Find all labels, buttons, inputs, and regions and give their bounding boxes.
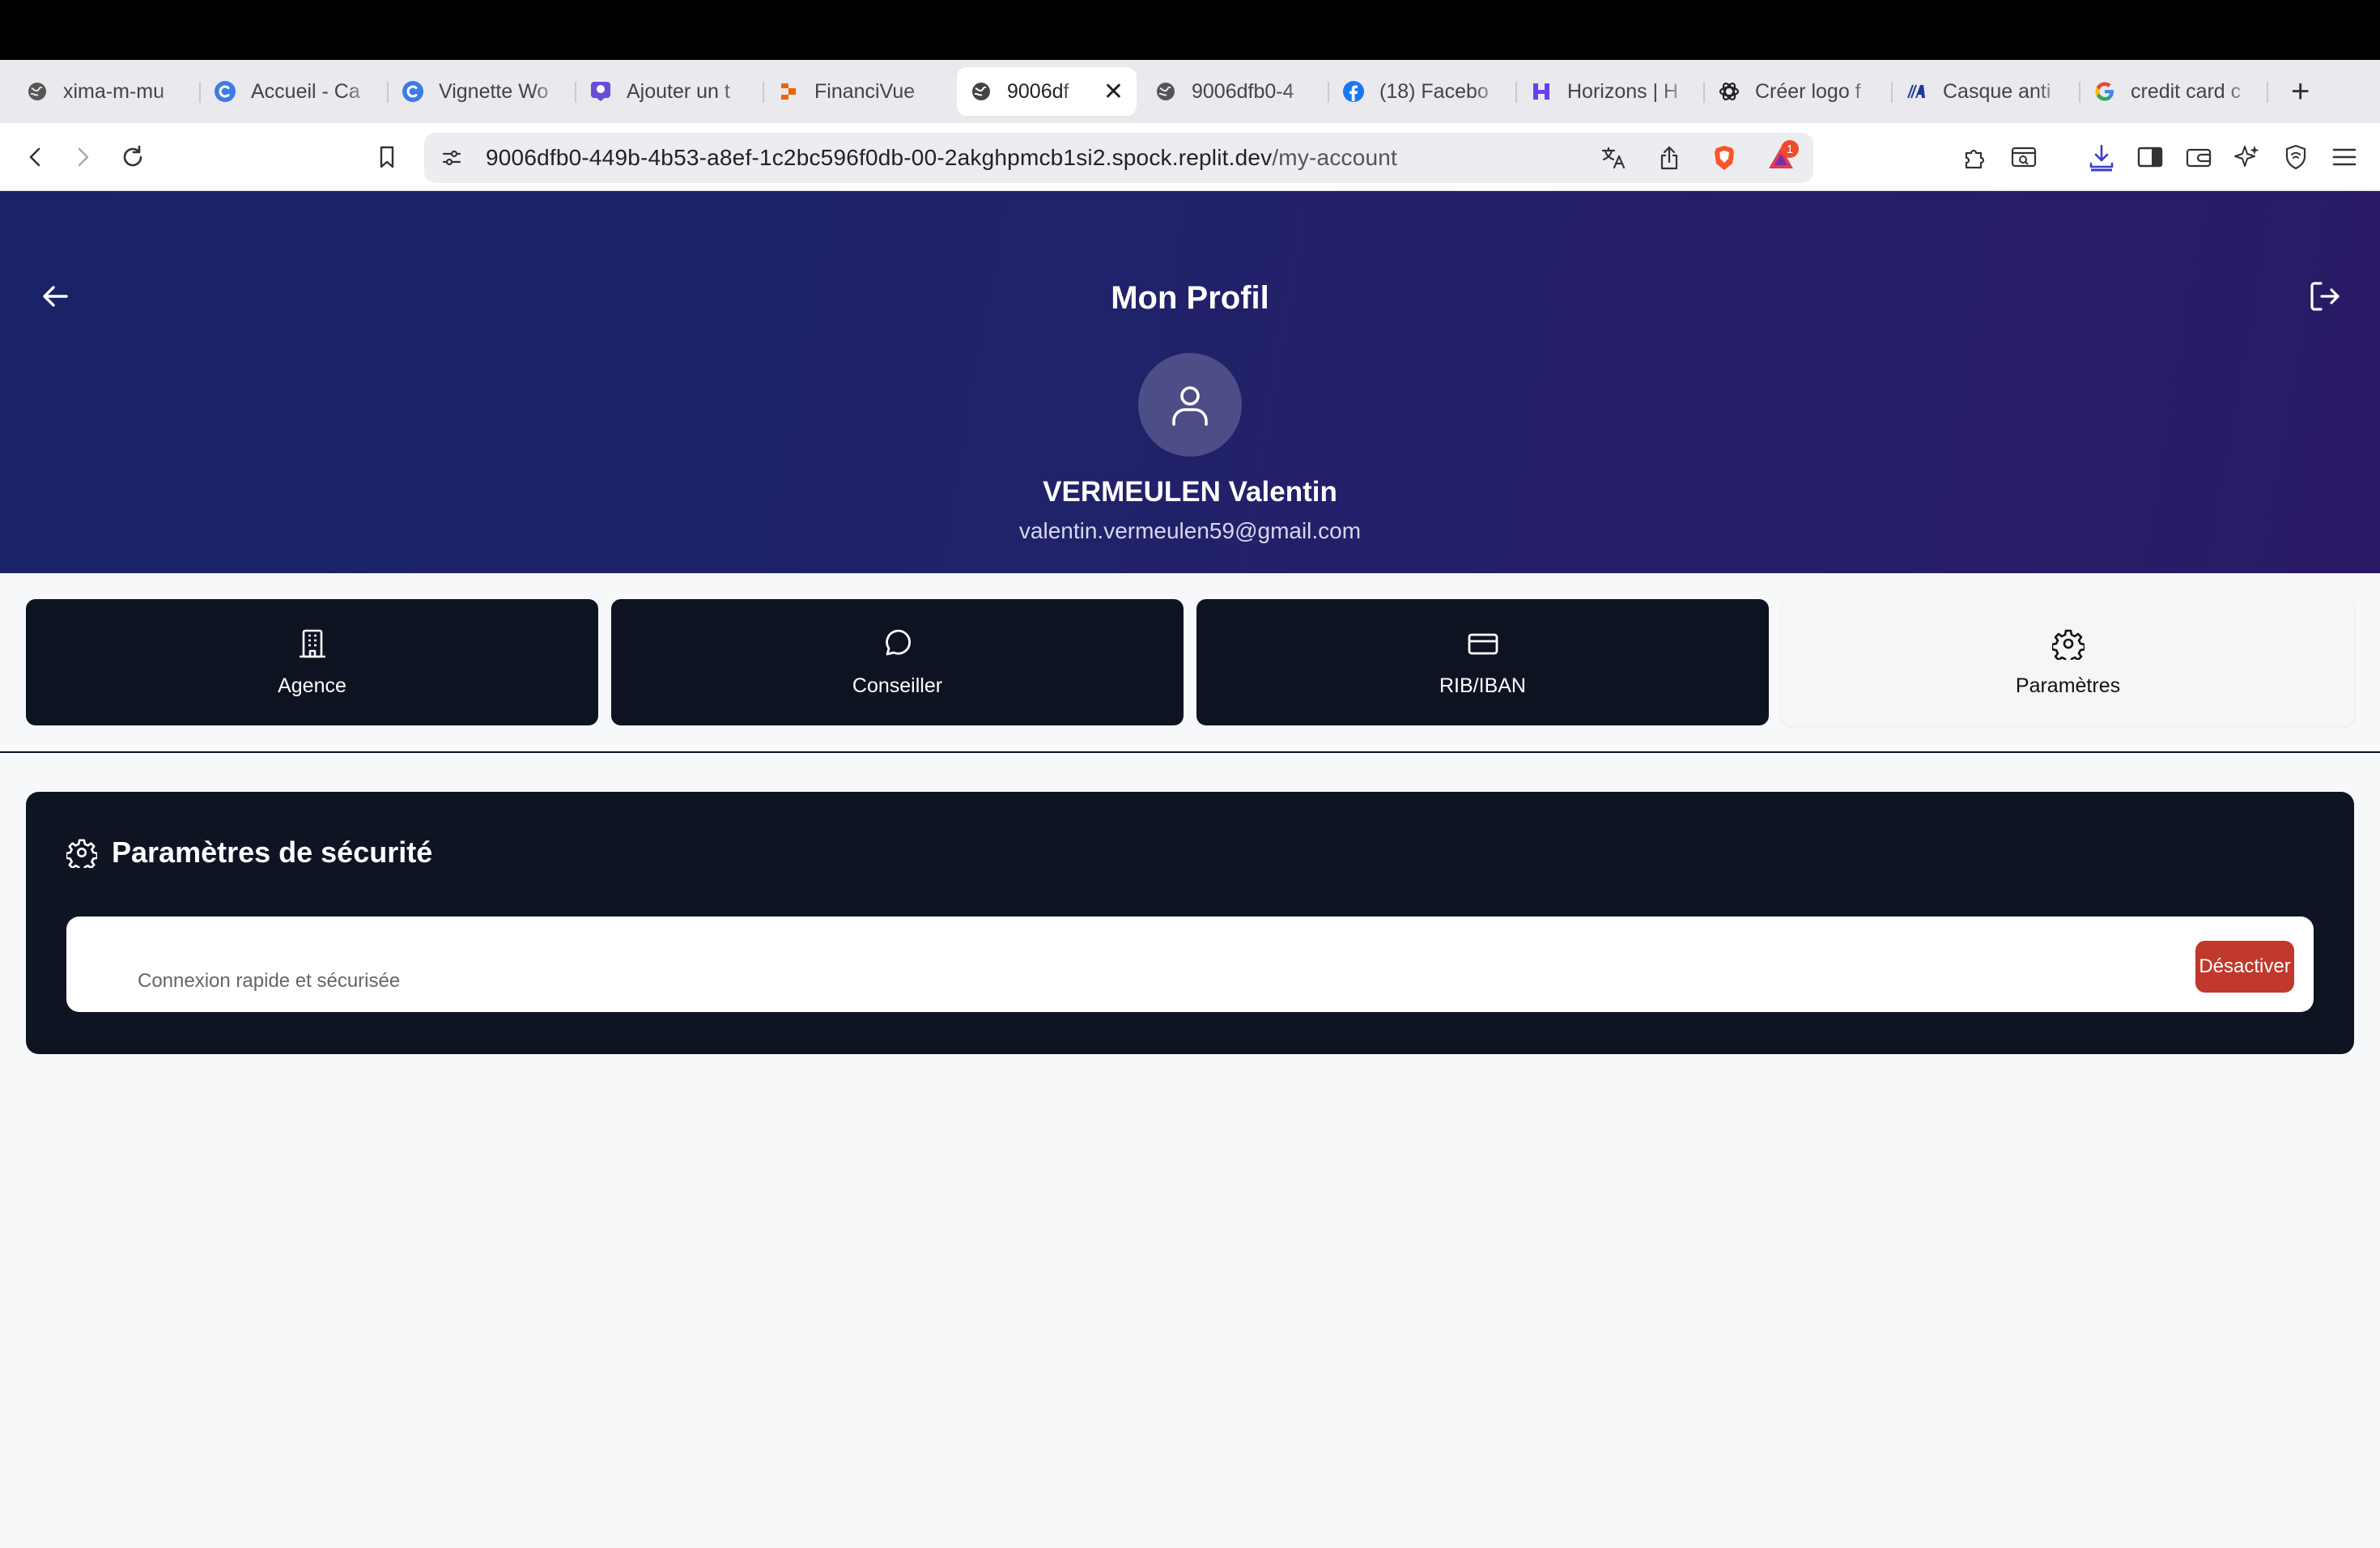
- brand-a-icon: [1906, 80, 1928, 103]
- close-tab-icon[interactable]: ✕: [1103, 78, 1124, 106]
- tab-rib-iban[interactable]: RIB/IBAN: [1196, 599, 1769, 725]
- browser-tab-label: xima-m-mu: [63, 79, 164, 103]
- browser-tab[interactable]: credit card c: [2080, 67, 2268, 116]
- browser-toolbar: 9006dfb0-449b-4b53-a8ef-1c2bc596f0db-00-…: [0, 123, 2380, 191]
- globe-icon: [26, 80, 49, 103]
- page-title: Mon Profil: [1111, 280, 1269, 316]
- browser-tab[interactable]: Casque anti: [1893, 67, 2080, 116]
- browser-tab[interactable]: FinanciVue: [764, 67, 952, 116]
- browser-tab[interactable]: 9006dfb0-4: [1141, 67, 1329, 116]
- browser-tab-label: Ajouter un t: [627, 79, 730, 103]
- browser-tab-label: FinanciVue: [814, 79, 916, 103]
- browser-tab-active[interactable]: 9006df ✕: [957, 67, 1137, 116]
- canva-icon: [214, 80, 236, 103]
- chat-icon: [885, 629, 911, 655]
- tab-label: RIB/IBAN: [1439, 674, 1526, 697]
- user-name: VERMEULEN Valentin: [1043, 476, 1337, 508]
- panel-header: Paramètres de sécurité: [66, 836, 432, 870]
- profile-header: Mon Profil VERMEULEN Valentin valentin.v…: [0, 191, 2380, 573]
- tab-agence[interactable]: Agence: [26, 599, 598, 725]
- browser-tab-label: Vignette Wo: [439, 79, 549, 103]
- site-settings-icon[interactable]: [432, 138, 471, 177]
- logout-icon: [2310, 282, 2340, 311]
- logout-button[interactable]: [2304, 275, 2346, 317]
- os-menu-bar: [0, 0, 2380, 60]
- replit-icon: [777, 80, 800, 103]
- browser-tab[interactable]: Ajouter un t: [576, 67, 764, 116]
- avatar: [1138, 353, 1242, 457]
- browser-forward-icon[interactable]: [63, 138, 102, 176]
- panel-title: Paramètres de sécurité: [112, 836, 433, 869]
- browser-tab-label: credit card c: [2131, 79, 2242, 103]
- browser-tab-label: Accueil - Ca: [251, 79, 360, 103]
- browser-tab[interactable]: Vignette Wo: [389, 67, 576, 116]
- address-bar[interactable]: 9006dfb0-449b-4b53-a8ef-1c2bc596f0db-00-…: [424, 133, 1813, 183]
- tab-parametres[interactable]: Paramètres: [1782, 599, 2354, 725]
- badge-icon: [589, 80, 612, 103]
- vpn-shield-icon[interactable]: [2276, 138, 2315, 176]
- page-search-icon[interactable]: [2004, 138, 2043, 176]
- browser-tab-label: Créer logo f: [1755, 79, 1861, 103]
- setting-description: Connexion rapide et sécurisée: [138, 970, 401, 992]
- browser-back-icon[interactable]: [16, 138, 55, 176]
- browser-tab-label: Casque anti: [1943, 79, 2051, 103]
- sidebar-toggle-icon[interactable]: [2131, 138, 2170, 176]
- notification-badge: 1: [1781, 140, 1799, 158]
- credit-card-icon: [1468, 633, 1498, 654]
- globe-icon: [970, 80, 992, 103]
- security-settings-panel: Paramètres de sécurité Connexion rapide …: [26, 792, 2354, 1054]
- browser-tab-label: (18) Facebo: [1379, 79, 1489, 103]
- tab-label: Conseiller: [852, 674, 943, 697]
- browser-tab-label: Horizons | H: [1567, 79, 1679, 103]
- wallet-icon[interactable]: [2179, 138, 2218, 176]
- openai-icon: [1718, 80, 1740, 103]
- tab-label: Agence: [278, 674, 346, 697]
- browser-tab-label: 9006df: [1007, 79, 1069, 103]
- brave-rewards-icon[interactable]: 1: [1762, 138, 1800, 177]
- google-icon: [2093, 80, 2116, 103]
- extensions-icon[interactable]: [1956, 138, 1995, 176]
- menu-icon[interactable]: [2325, 138, 2364, 176]
- browser-tab[interactable]: Créer logo f: [1705, 67, 1893, 116]
- canva-icon: [402, 80, 424, 103]
- reload-icon[interactable]: [113, 138, 152, 176]
- translate-icon[interactable]: [1595, 138, 1634, 177]
- url-text: 9006dfb0-449b-4b53-a8ef-1c2bc596f0db-00-…: [486, 145, 1398, 170]
- user-icon: [1172, 386, 1208, 426]
- downloads-icon[interactable]: [2082, 138, 2121, 176]
- browser-tab[interactable]: Accueil - Ca: [201, 67, 389, 116]
- browser-tab-strip: xima-m-mu Accueil - Ca Vignette Wo Ajout…: [0, 60, 2380, 123]
- new-tab-icon[interactable]: +: [2291, 74, 2310, 110]
- deactivate-button[interactable]: Désactiver: [2195, 941, 2294, 993]
- brave-shields-icon[interactable]: [1705, 138, 1744, 177]
- browser-tab[interactable]: (18) Facebo: [1329, 67, 1517, 116]
- gear-icon: [66, 839, 97, 868]
- browser-tab[interactable]: Horizons | H: [1517, 67, 1705, 116]
- globe-icon: [1154, 80, 1177, 103]
- section-divider: [0, 751, 2380, 753]
- tab-label: Paramètres: [2015, 674, 2121, 697]
- browser-tab-label: 9006dfb0-4: [1192, 79, 1294, 103]
- share-icon[interactable]: [1650, 138, 1689, 177]
- user-email: valentin.vermeulen59@gmail.com: [1018, 518, 1362, 543]
- horizons-icon: [1530, 80, 1553, 103]
- gear-icon: [2051, 629, 2085, 660]
- browser-tab[interactable]: xima-m-mu: [13, 67, 201, 116]
- account-tabs: Agence Conseiller RIB/IBAN Paramètres: [26, 599, 2354, 725]
- leo-ai-icon[interactable]: [2228, 138, 2267, 176]
- quick-login-setting-row: Connexion rapide et sécurisée Désactiver: [66, 916, 2314, 1012]
- bookmark-icon[interactable]: [368, 138, 406, 176]
- building-icon: [299, 629, 325, 657]
- tab-conseiller[interactable]: Conseiller: [611, 599, 1184, 725]
- facebook-icon: [1342, 80, 1365, 103]
